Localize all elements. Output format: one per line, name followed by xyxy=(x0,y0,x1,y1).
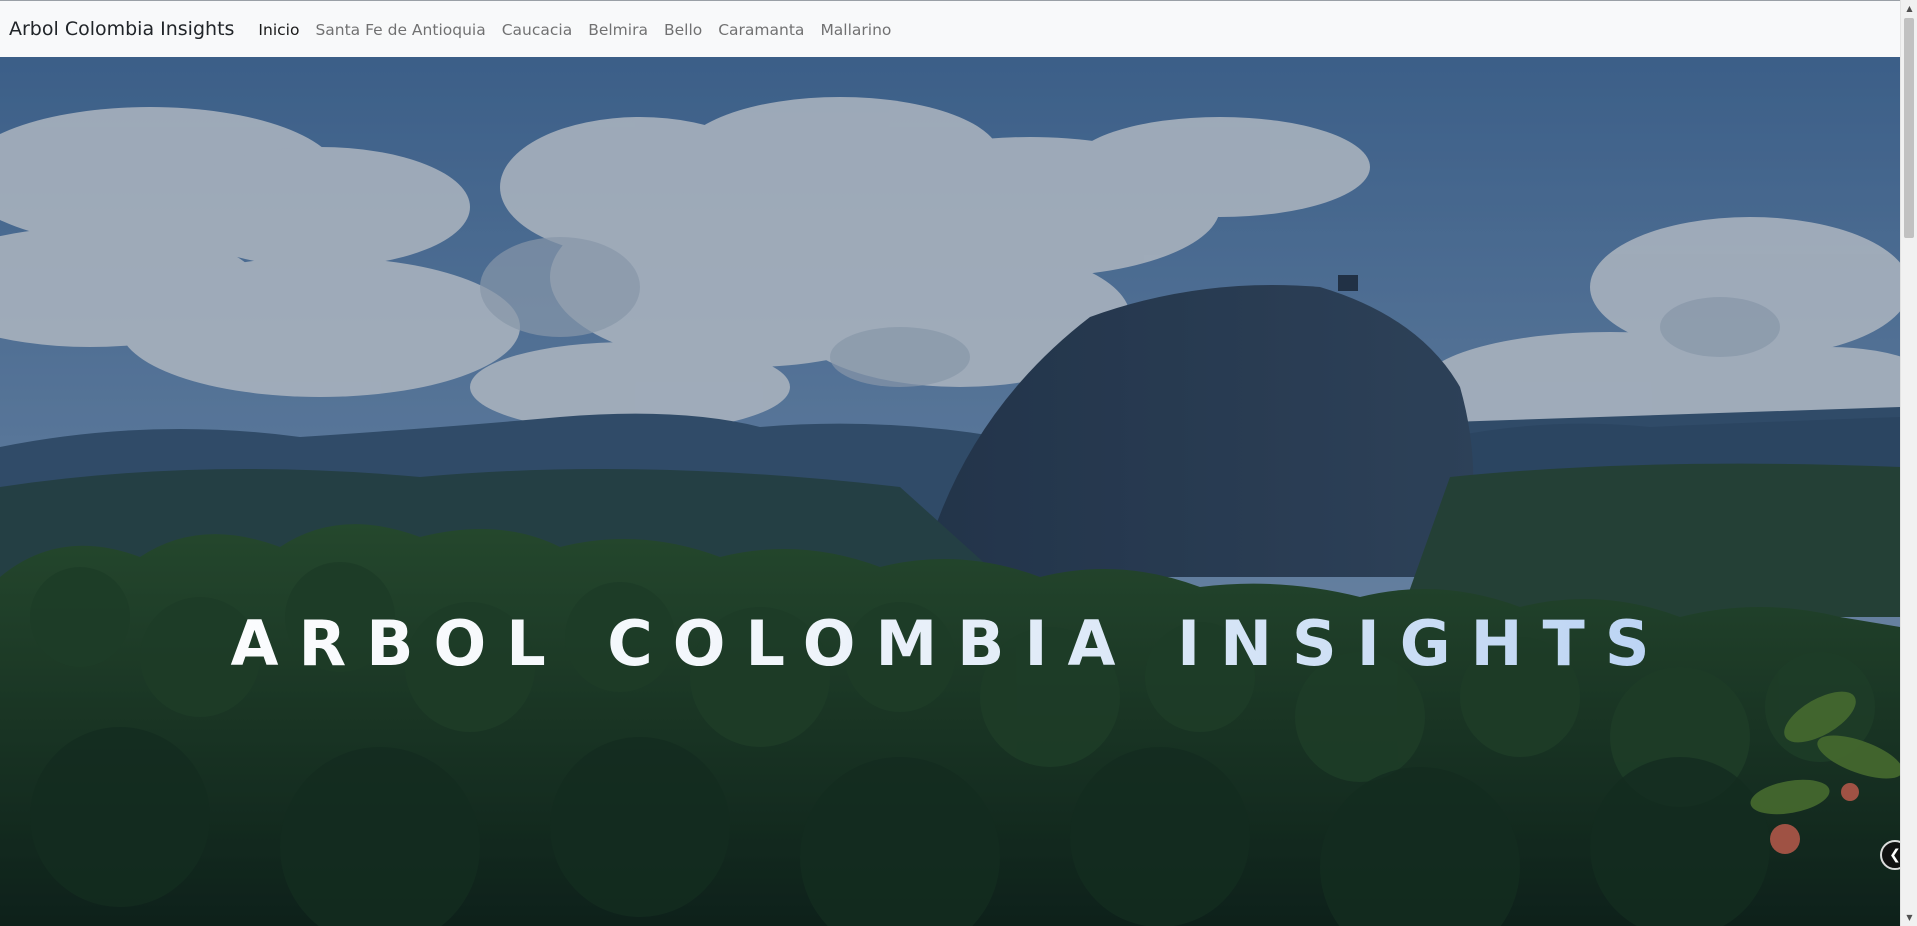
brand-link[interactable]: Arbol Colombia Insights xyxy=(9,18,234,40)
nav-link-caramanta[interactable]: Caramanta xyxy=(718,21,804,39)
scroll-thumb[interactable] xyxy=(1904,18,1914,238)
nav-link-belmira[interactable]: Belmira xyxy=(588,21,648,39)
nav-link-bello[interactable]: Bello xyxy=(664,21,702,39)
vertical-scrollbar[interactable]: ▲ ▼ xyxy=(1900,0,1917,926)
nav-link-mallarino[interactable]: Mallarino xyxy=(820,21,891,39)
triangle-up-icon[interactable]: ▲ xyxy=(1901,0,1917,17)
hero-section: ARBOL COLOMBIA INSIGHTS xyxy=(0,57,1900,926)
nav-link-santa-fe-de-antioquia[interactable]: Santa Fe de Antioquia xyxy=(315,21,485,39)
triangle-down-icon[interactable]: ▼ xyxy=(1901,909,1917,926)
nav-link-inicio[interactable]: Inicio xyxy=(258,21,299,39)
page: Arbol Colombia Insights Inicio Santa Fe … xyxy=(0,0,1917,926)
nav-list: Inicio Santa Fe de Antioquia Caucacia Be… xyxy=(258,20,907,39)
hero-title: ARBOL COLOMBIA INSIGHTS xyxy=(0,607,1900,680)
navbar: Arbol Colombia Insights Inicio Santa Fe … xyxy=(0,0,1900,57)
nav-link-caucacia[interactable]: Caucacia xyxy=(502,21,573,39)
hero-overlay xyxy=(0,57,1900,926)
